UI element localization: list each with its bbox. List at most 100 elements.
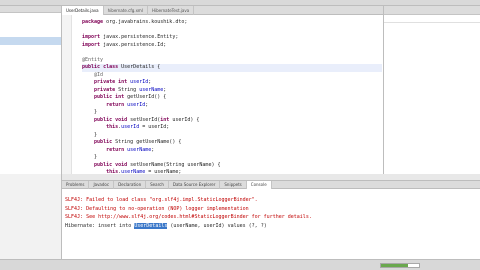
code-token: getUserId() { bbox=[127, 94, 167, 100]
code-token: import bbox=[82, 34, 104, 40]
code-token: userId) { bbox=[172, 116, 200, 123]
console-header bbox=[62, 189, 480, 196]
code-area[interactable]: package org.javabrains.koushik.dto; impor… bbox=[82, 19, 382, 174]
console-view[interactable]: SLF4J: Failed to load class "org.slf4j.i… bbox=[62, 189, 480, 259]
outline-row[interactable] bbox=[384, 23, 480, 31]
code-line: public int getUserId() { bbox=[82, 94, 382, 102]
code-token: private int bbox=[82, 79, 131, 85]
outline-row[interactable] bbox=[384, 31, 480, 39]
code-token: this bbox=[82, 169, 119, 174]
code-token: = userId; bbox=[139, 124, 170, 130]
console-text-after: (userName, userId) values (?, ?) bbox=[167, 222, 267, 229]
bottom-tab-search[interactable]: Search bbox=[146, 181, 169, 189]
code-line: public void setUserId(int userId) { bbox=[82, 117, 382, 125]
package-explorer-tab[interactable] bbox=[0, 6, 61, 13]
code-line: import javax.persistence.Id; bbox=[82, 42, 382, 50]
code-token: package bbox=[82, 19, 107, 25]
outline-row[interactable] bbox=[384, 47, 480, 55]
tree-row[interactable] bbox=[0, 13, 61, 21]
code-line: } bbox=[82, 132, 382, 140]
code-token: = userName; bbox=[145, 169, 182, 174]
bottom-left-panel bbox=[0, 174, 62, 259]
code-line: } bbox=[82, 154, 382, 162]
tree-row-selected[interactable] bbox=[0, 37, 61, 45]
code-line: return userId; bbox=[82, 102, 382, 110]
code-line: package org.javabrains.koushik.dto; bbox=[82, 19, 382, 27]
code-line: import javax.persistence.Entity; bbox=[82, 34, 382, 42]
status-bar bbox=[0, 259, 480, 270]
progress-fill bbox=[381, 264, 408, 267]
code-token: userName bbox=[121, 169, 146, 174]
code-token: javax.persistence.Id; bbox=[103, 41, 167, 48]
bottom-tab-data-source-explorer[interactable]: Data Source Explorer bbox=[169, 181, 221, 189]
code-token: userId bbox=[121, 124, 140, 130]
console-line: SLF4J: Defaulting to no-operation (NOP) … bbox=[65, 205, 249, 212]
code-token: return bbox=[82, 101, 128, 108]
code-token: javax.persistence.Entity; bbox=[103, 34, 179, 40]
code-token: setUserId( bbox=[130, 116, 161, 123]
code-token: return bbox=[82, 146, 128, 153]
editor-tab[interactable]: UserDetails.java bbox=[62, 6, 104, 15]
bottom-tab-console[interactable]: Console bbox=[246, 181, 272, 189]
tree-row[interactable] bbox=[0, 77, 61, 85]
code-token: String getUserName() { bbox=[115, 139, 182, 145]
tree-row[interactable] bbox=[0, 45, 61, 53]
code-token: userId bbox=[127, 101, 146, 108]
code-token: org.javabrains.koushik.dto; bbox=[106, 19, 188, 25]
console-hibernate-line: Hibernate: insert into UserDetails (user… bbox=[62, 222, 480, 231]
tree-row[interactable] bbox=[0, 61, 61, 69]
code-token: @Id bbox=[82, 71, 104, 78]
tree-row[interactable] bbox=[0, 53, 61, 61]
code-line: public class UserDetails { bbox=[82, 64, 382, 72]
editor-gutter bbox=[62, 15, 72, 174]
code-editor[interactable]: UserDetails.java hibernate.cfg.xml Hiberna… bbox=[62, 6, 384, 174]
outline-row[interactable] bbox=[384, 39, 480, 47]
bottom-tab-problems[interactable]: Problems bbox=[62, 181, 90, 189]
tree-row[interactable] bbox=[0, 29, 61, 37]
code-token: public bbox=[82, 139, 116, 145]
code-token: @Entity bbox=[82, 56, 104, 63]
code-line: this.userId = userId; bbox=[82, 124, 382, 132]
code-token: ; bbox=[145, 101, 149, 108]
outline-tabs[interactable] bbox=[384, 6, 480, 15]
code-token: import bbox=[82, 41, 104, 48]
code-token: ; bbox=[151, 146, 155, 153]
code-token: UserDetails { bbox=[121, 64, 161, 70]
bottom-view-tabs: Problems Javadoc Declaration Search Data Sou… bbox=[62, 180, 480, 189]
tree-row[interactable] bbox=[0, 69, 61, 77]
code-token: public class bbox=[82, 64, 122, 70]
code-line: this.userName = userName; bbox=[82, 169, 382, 174]
code-token: ; bbox=[148, 79, 152, 85]
tree-row[interactable] bbox=[0, 85, 61, 93]
code-token: userName bbox=[139, 86, 164, 93]
code-token: public void bbox=[82, 161, 131, 168]
console-line: SLF4J: Failed to load class "org.slf4j.i… bbox=[65, 197, 258, 203]
code-line: @Entity bbox=[82, 57, 382, 65]
code-token: private bbox=[82, 86, 119, 93]
code-line: private int userId; bbox=[82, 79, 382, 87]
console-selected-text: UserDetails bbox=[134, 222, 168, 229]
package-explorer bbox=[0, 6, 62, 174]
code-token: public void bbox=[82, 116, 131, 123]
code-line: @Id bbox=[82, 72, 382, 80]
code-token: this bbox=[82, 124, 119, 130]
code-line: return userName; bbox=[82, 147, 382, 155]
bottom-tab-snippets[interactable]: Snippets bbox=[220, 181, 247, 189]
code-line: private String userName; bbox=[82, 87, 382, 95]
console-text-before: Hibernate: insert into bbox=[65, 222, 135, 229]
editor-tab[interactable]: HibernateTest.java bbox=[148, 6, 195, 15]
bottom-tab-declaration[interactable]: Declaration bbox=[114, 181, 147, 189]
editor-tab[interactable]: hibernate.cfg.xml bbox=[104, 6, 148, 15]
bottom-tab-javadoc[interactable]: Javadoc bbox=[89, 181, 115, 189]
editor-tabs: UserDetails.java hibernate.cfg.xml Hiberna… bbox=[62, 6, 383, 15]
outline-panel bbox=[384, 6, 480, 174]
code-token: String bbox=[118, 86, 140, 93]
code-token: userName bbox=[127, 146, 152, 153]
code-line: public void setUserName(String userName)… bbox=[82, 162, 382, 170]
code-token: } bbox=[82, 109, 98, 115]
console-line: SLF4J: See http://www.slf4j.org/codes.ht… bbox=[65, 214, 312, 220]
code-token: int bbox=[160, 116, 173, 123]
tree-row[interactable] bbox=[0, 21, 61, 29]
code-token: userId bbox=[130, 79, 149, 85]
